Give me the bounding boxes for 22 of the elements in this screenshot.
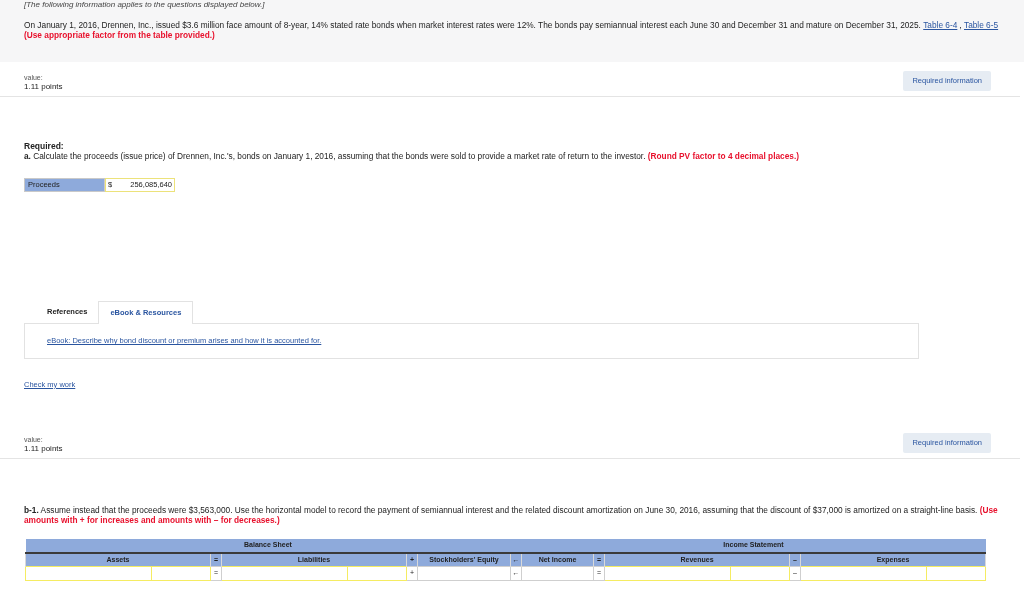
input-field[interactable] bbox=[151, 566, 211, 580]
problem-text: On January 1, 2016, Drennen, Inc., issued $3.6 million face amount of 8-year, 14% stated rate bonds when market interest rates were 12%. The bonds pay semiannual interest each June 30 and December 31 and mature on December 31, 2025. bbox=[24, 20, 921, 30]
question-text: a. Calculate the proceeds (issue price) of Drennen, Inc.'s, bonds on January 1, 2016, assuming that the bonds were sold to provide a market rate of return to the investor. (Round PV factor to 4 decimal places.) bbox=[24, 151, 800, 161]
points-text: 1.11 points bbox=[24, 82, 63, 92]
input-field[interactable] bbox=[25, 566, 152, 580]
question-text: b-1. Assume instead that the proceeds were $3,563,000. Use the horizontal model to record the payment of semiannual interest and the related discount amortization on June 30, 2016, assuming that the discount of $37,000 is amortized on a straight-line basis. (Use amounts with + for increases and amounts with – for decreases.) bbox=[23, 504, 999, 525]
points-text: 1.11 points bbox=[24, 444, 63, 454]
input-field[interactable] bbox=[347, 566, 407, 580]
input-field[interactable] bbox=[730, 566, 790, 580]
instruction-text: (Round PV factor to 4 decimal places.) bbox=[647, 151, 799, 161]
instruction-text: (Use appropriate factor from the table provided.) bbox=[24, 30, 216, 40]
input-field[interactable] bbox=[800, 566, 927, 580]
table-link[interactable]: Table 6-4 bbox=[923, 20, 958, 30]
link-separator: , bbox=[959, 20, 962, 30]
intro-note: [The following information applies to the questions displayed below.] bbox=[24, 0, 266, 10]
input-field[interactable] bbox=[926, 566, 986, 580]
input-field[interactable] bbox=[521, 566, 594, 580]
input-field[interactable] bbox=[417, 566, 511, 580]
input-field[interactable] bbox=[221, 566, 348, 580]
required-heading: Required: bbox=[24, 141, 65, 151]
table-link[interactable]: Table 6-5 bbox=[964, 20, 999, 30]
input-field[interactable] bbox=[604, 566, 731, 580]
